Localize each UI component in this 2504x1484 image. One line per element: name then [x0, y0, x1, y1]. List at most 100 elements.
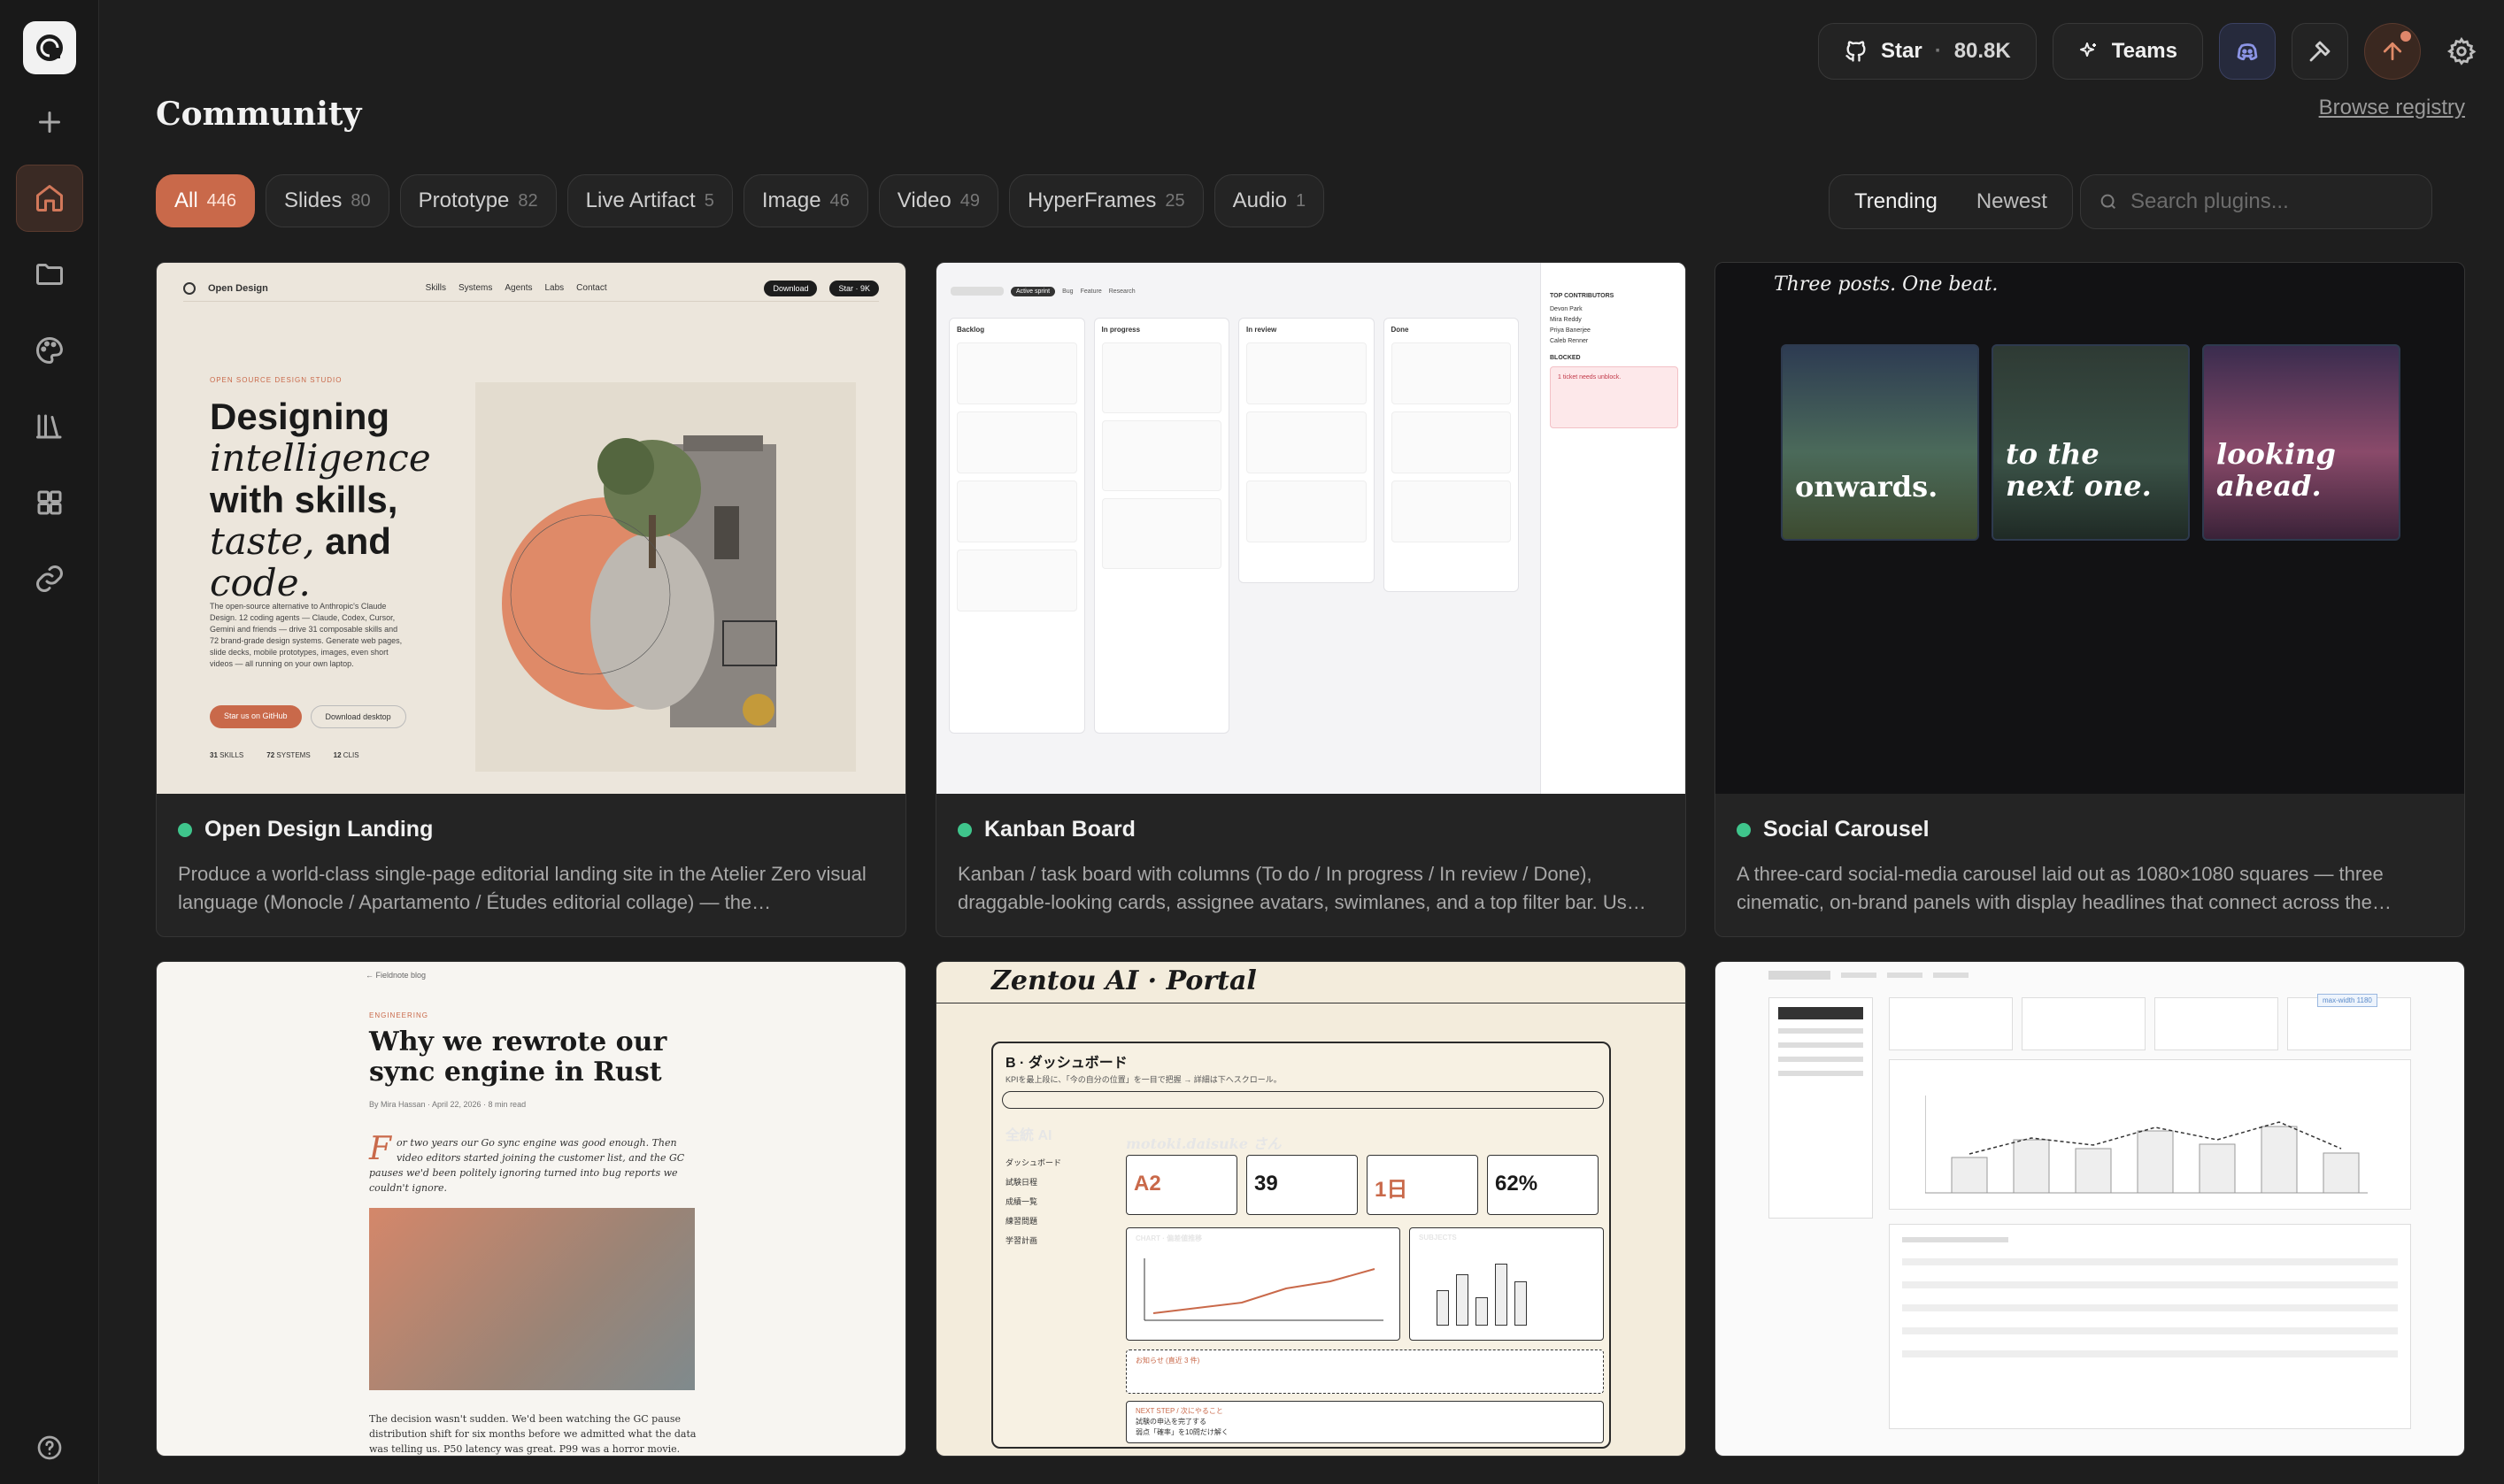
filter-all[interactable]: All 446: [156, 174, 256, 227]
card-title-text: Social Carousel: [1763, 817, 1930, 842]
panel-headline: onwards.: [1795, 470, 1938, 504]
wire-block: [1778, 1028, 1863, 1034]
task-card: [1101, 342, 1221, 413]
preview-tab: Bug: [1062, 288, 1074, 295]
wire-chart: [1889, 1059, 2411, 1210]
sort-trending[interactable]: Trending: [1837, 181, 1955, 223]
carousel-panel: looking ahead.: [2202, 344, 2400, 541]
kpi-card: 39: [1246, 1155, 1358, 1215]
plugin-card-open-design-landing[interactable]: Open Design Skills Systems Agents Labs C…: [156, 262, 906, 937]
plugin-card-wireframe-dashboard[interactable]: max-width 1180: [1714, 961, 2465, 1457]
portal-nav-item: 成績一覧: [1005, 1197, 1038, 1206]
sort-newest[interactable]: Newest: [1959, 181, 2065, 223]
sidebar-item-library[interactable]: [16, 393, 83, 460]
github-star-button[interactable]: Star · 80.8K: [1818, 23, 2037, 80]
preview-stat: 12 CLIS: [334, 751, 359, 759]
preview-ctas: Star us on GitHub Download desktop: [210, 705, 406, 728]
wire-row: [1902, 1304, 2398, 1311]
search-box: [2080, 174, 2432, 229]
teams-label: Teams: [2111, 39, 2177, 63]
sidebar-item-design-systems[interactable]: [16, 317, 83, 384]
portal-nav-item: 試験日程: [1005, 1178, 1038, 1187]
preview-download-button: Download: [764, 280, 818, 296]
wire-block: [1887, 973, 1922, 978]
section-sub: KPIを最上段に、「今の自分の位置」を一目で把握 → 詳細は下へスクロール。: [1005, 1075, 1282, 1084]
tools-button[interactable]: [2292, 23, 2348, 80]
portal-brand: 全統 AI: [1005, 1128, 1052, 1143]
chart-label: CHART · 偏差値推移: [1136, 1234, 1203, 1242]
next-step-panel: NEXT STEP / 次にやること 試験の申込を完了する 弱点「確率」を10問…: [1126, 1401, 1604, 1443]
filter-prototype[interactable]: Prototype 82: [399, 174, 557, 227]
section-title: B · ダッシュボード: [1005, 1056, 1128, 1071]
card-preview: Open Design Skills Systems Agents Labs C…: [157, 263, 905, 794]
preview-hero-image: [369, 1208, 695, 1390]
status-dot: [958, 822, 972, 837]
portal-user: motoki.daisuke さん: [1126, 1135, 1282, 1152]
plugin-card-blog-article[interactable]: ← Fieldnote blog ENGINEERING Why we rewr…: [156, 961, 906, 1457]
gear-icon: [2446, 36, 2477, 65]
subjects-label: SUBJECTS: [1419, 1234, 1457, 1242]
sort-toggle: Trending Newest: [1829, 174, 2073, 229]
sparkle-icon: [2079, 42, 2096, 57]
panel-headline: looking ahead.: [2216, 437, 2336, 503]
portal-nav: ダッシュボード 試験日程 成績一覧 練習問題 学習計画: [1005, 1153, 1061, 1250]
wire-block: [1778, 1007, 1863, 1019]
browse-registry-link[interactable]: Browse registry: [2319, 96, 2465, 120]
card-meta: Open Design Landing Produce a world-clas…: [157, 794, 905, 936]
task-card: [1391, 342, 1511, 404]
sidebar-item-plugins[interactable]: [16, 469, 83, 536]
plugin-card-kanban-board[interactable]: Active sprint Bug Feature Research Backl…: [936, 262, 1686, 937]
preview-tab: Research: [1108, 288, 1136, 295]
preview-filter: [951, 287, 1004, 296]
plugin-card-social-carousel[interactable]: Three posts. One beat. onwards. to the n…: [1714, 262, 2465, 937]
settings-button[interactable]: [2437, 23, 2486, 80]
preview-tab: Active sprint: [1011, 286, 1056, 296]
subject-bar: [1437, 1290, 1449, 1326]
logo-icon: [36, 35, 63, 61]
sidebar-item-projects[interactable]: [16, 241, 83, 308]
search-input[interactable]: [2130, 189, 2414, 214]
column-title: In review: [1246, 326, 1277, 334]
folder-icon: [36, 264, 63, 285]
headline-line: and: [325, 520, 391, 562]
filter-count: 49: [959, 190, 980, 211]
filter-hyperframes[interactable]: HyperFrames 25: [1009, 174, 1204, 227]
wire-chart-svg: [1925, 1096, 2368, 1194]
sidebar: [0, 0, 99, 1484]
column-title: Done: [1391, 326, 1409, 334]
new-project-button[interactable]: [16, 88, 83, 156]
sidebar-item-connectors[interactable]: [16, 545, 83, 612]
notices-panel: お知らせ (直近 3 件): [1126, 1349, 1604, 1394]
wire-card: [2022, 997, 2146, 1050]
headline-line: code.: [210, 561, 311, 604]
help-button[interactable]: [16, 1425, 83, 1471]
stat-label: CLIS: [343, 751, 359, 759]
filter-video[interactable]: Video 49: [878, 174, 998, 227]
subject-bar: [1475, 1297, 1488, 1326]
filter-audio[interactable]: Audio 1: [1213, 174, 1325, 227]
wire-sidebar: [1768, 997, 1873, 1219]
kpi-card: A2: [1126, 1155, 1237, 1215]
filter-count: 1: [1296, 190, 1306, 211]
search-icon: [2100, 194, 2116, 210]
discord-button[interactable]: [2219, 23, 2276, 80]
sidebar-item-home[interactable]: [16, 165, 83, 232]
blocked-note: 1 ticket needs unblock.: [1550, 366, 1678, 428]
preview-body: The open-source alternative to Anthropic…: [210, 602, 403, 668]
next-step-label: NEXT STEP / 次にやること: [1136, 1407, 1223, 1415]
app-logo[interactable]: [23, 21, 76, 74]
preview-headline: Designing intelligence with skills, tast…: [210, 396, 449, 604]
plugin-card-zentou-portal[interactable]: Zentou AI · Portal B · ダッシュボード KPIを最上段に、…: [936, 961, 1686, 1457]
preview-nav-item: Contact: [576, 283, 607, 293]
filter-slides[interactable]: Slides 80: [266, 174, 389, 227]
update-button[interactable]: [2364, 23, 2421, 80]
library-icon: [36, 414, 62, 439]
preview-headline: Why we rewrote our sync engine in Rust: [369, 1026, 667, 1088]
teams-button[interactable]: Teams: [2052, 23, 2203, 80]
card-preview: max-width 1180: [1715, 962, 2464, 1456]
preview-nav-item: Skills: [425, 283, 446, 293]
carousel-panel: onwards.: [1781, 344, 1979, 541]
preview-columns: Backlog In progress In review Done: [949, 318, 1519, 734]
filter-image[interactable]: Image 46: [743, 174, 868, 227]
filter-live-artifact[interactable]: Live Artifact 5: [566, 174, 733, 227]
